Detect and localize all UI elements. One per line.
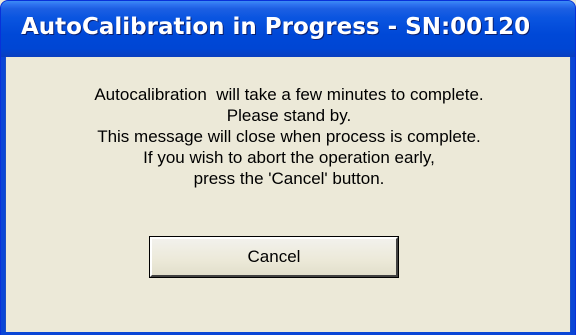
autocalibration-dialog: AutoCalibration in Progress - SN:00120 A… [0, 0, 576, 335]
message-line: press the 'Cancel' button. [193, 169, 385, 188]
message-text: Autocalibration will take a few minutes … [6, 84, 572, 189]
message-line: Autocalibration will take a few minutes … [94, 85, 484, 104]
window-title: AutoCalibration in Progress - SN:00120 [21, 14, 531, 40]
cancel-button-label: Cancel [247, 247, 301, 266]
message-line: If you wish to abort the operation early… [143, 148, 435, 167]
dialog-body: Autocalibration will take a few minutes … [5, 57, 571, 332]
message-line: This message will close when process is … [97, 127, 481, 146]
cancel-button[interactable]: Cancel [149, 236, 399, 278]
message-line: Please stand by. [226, 106, 352, 125]
title-bar[interactable]: AutoCalibration in Progress - SN:00120 [1, 1, 575, 57]
